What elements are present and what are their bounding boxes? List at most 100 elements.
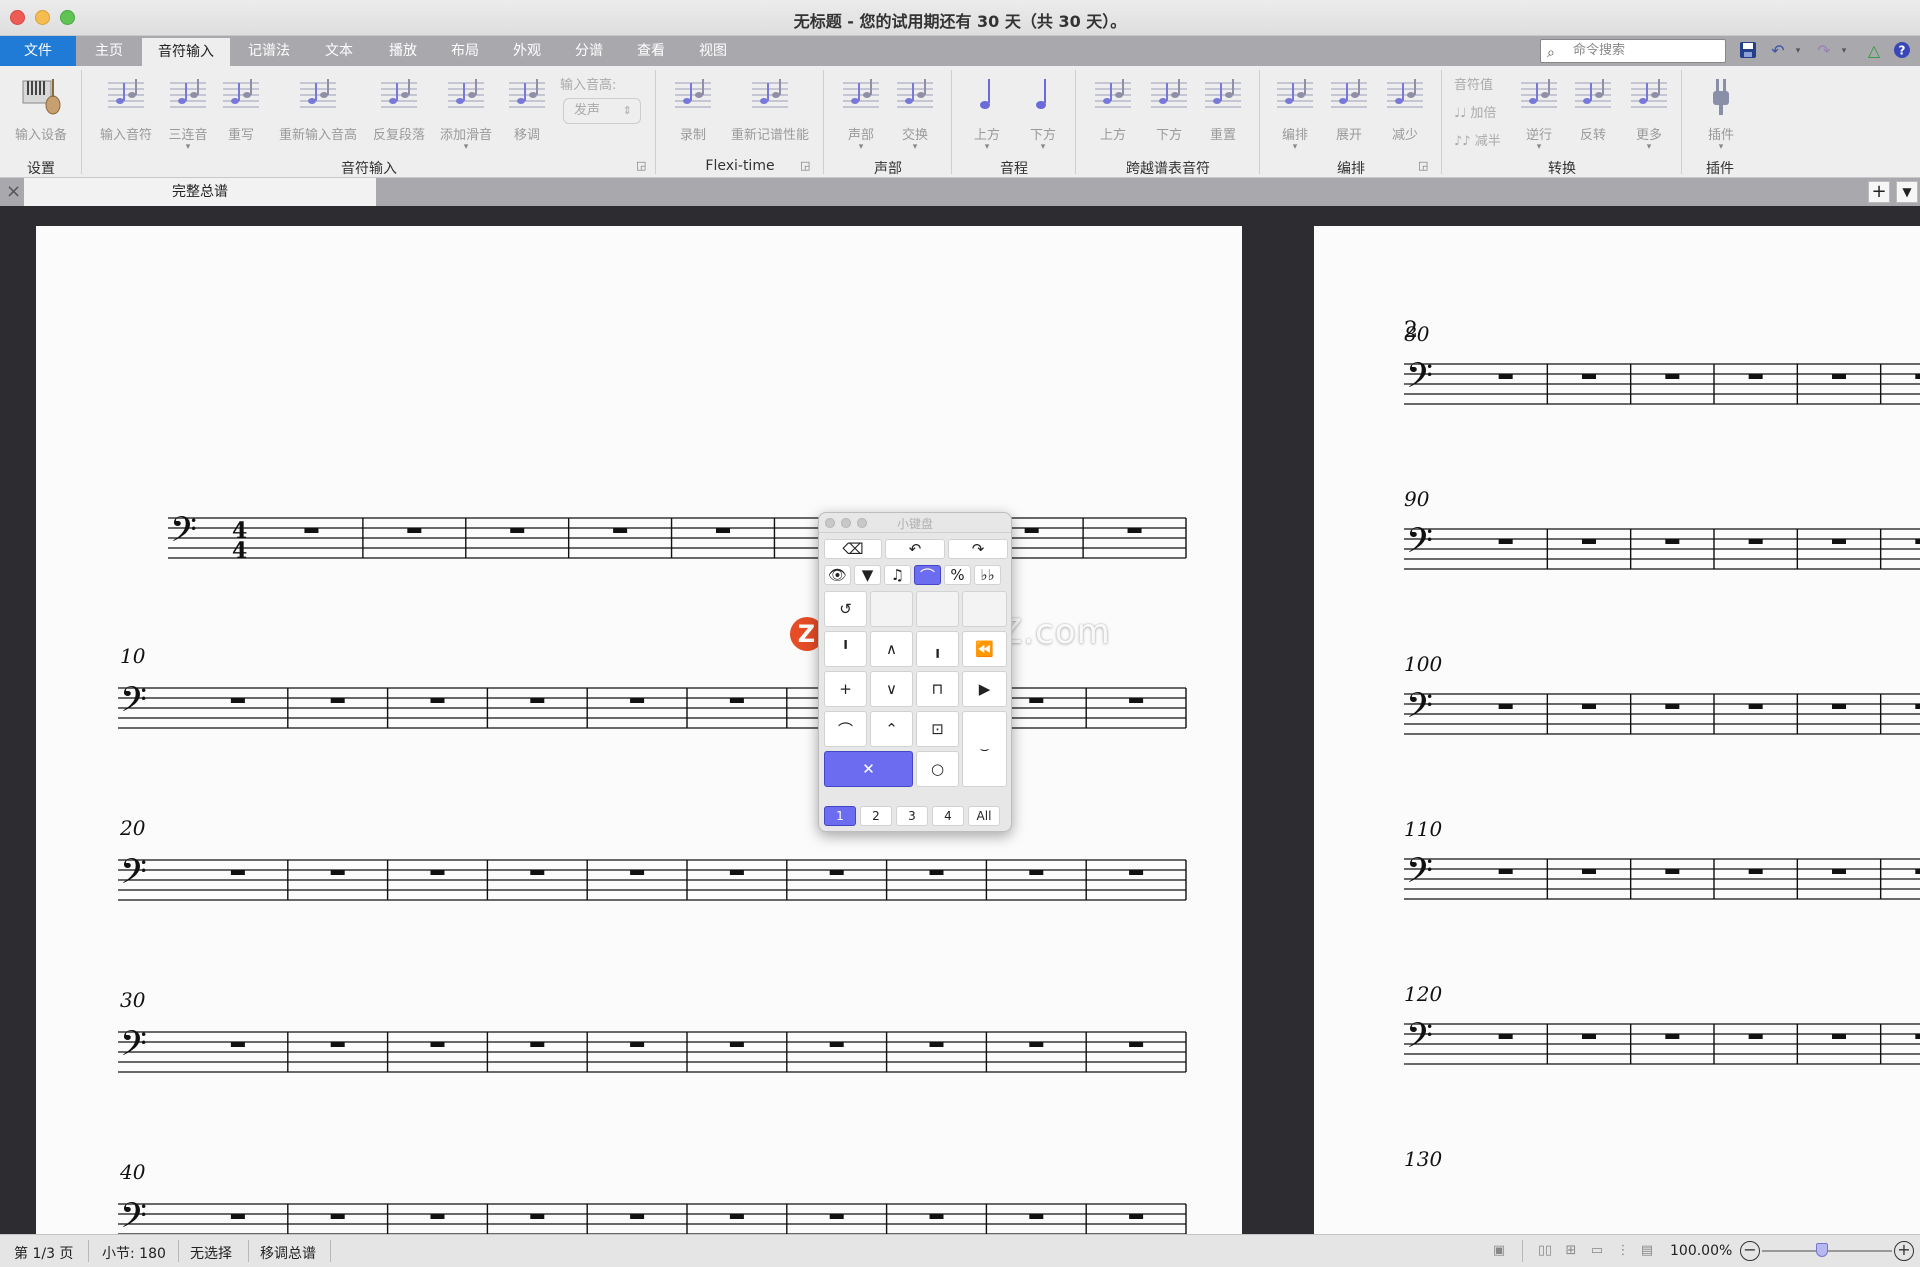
ribbon-button-10[interactable]: 声部 ▾ xyxy=(834,70,888,152)
tab-full-score[interactable]: 完整总谱 xyxy=(24,178,376,206)
keypad-no-articulation-icon[interactable]: ✕ xyxy=(824,751,913,787)
keypad-empty-key[interactable] xyxy=(916,591,959,627)
redo-icon[interactable]: ↷ xyxy=(1814,41,1834,61)
ribbon-tab-2[interactable]: 音符输入 xyxy=(142,38,230,66)
staff-system[interactable]: 𝄢 xyxy=(118,850,1196,914)
ribbon-button-17[interactable]: 编排 ▾ xyxy=(1268,70,1322,152)
keypad-wedge-icon[interactable]: ╻ xyxy=(916,631,959,667)
view-panorama-icon[interactable]: ⋮ xyxy=(1614,1242,1632,1260)
redo-history-chevron-icon[interactable]: ▾ xyxy=(1834,41,1854,61)
keypad-accidentals-icon[interactable]: ♭♭ xyxy=(974,565,1001,585)
keypad-staccatissimo-icon[interactable]: ╹ xyxy=(824,631,867,667)
keypad-down-bow-icon[interactable]: ⊓ xyxy=(916,671,959,707)
save-icon[interactable] xyxy=(1738,41,1758,61)
view-draft-icon[interactable]: ▤ xyxy=(1638,1242,1656,1260)
ribbon-button-22[interactable]: 更多 ▾ xyxy=(1622,70,1676,152)
ribbon-button-23[interactable]: 插件 ▾ xyxy=(1694,70,1748,152)
keypad-redo-button[interactable]: ↷ xyxy=(948,539,1008,559)
input-pitch-dropdown[interactable]: 发声 ⇕ xyxy=(563,98,641,124)
keypad-layout-tab-1[interactable]: 1 xyxy=(824,806,856,826)
arrange-launcher-icon[interactable]: ◲ xyxy=(1418,159,1428,172)
keypad-square-fermata-icon[interactable]: ⊡ xyxy=(916,711,959,747)
staff-system[interactable]: 𝄢 xyxy=(1404,519,1920,583)
ribbon-button-20[interactable]: 逆行 ▾ xyxy=(1512,70,1566,152)
add-tab-button[interactable]: + xyxy=(1868,181,1890,203)
ribbon-button-3[interactable]: 重写 xyxy=(216,70,266,143)
ribbon-button-15[interactable]: 下方 xyxy=(1142,70,1196,143)
keypad-marcato-icon[interactable]: ∧ xyxy=(870,631,913,667)
keypad-titlebar[interactable]: 小键盘 xyxy=(819,513,1011,533)
undo-history-chevron-icon[interactable]: ▾ xyxy=(1788,41,1808,61)
zoom-out-button[interactable]: − xyxy=(1740,1241,1760,1261)
keypad-tie-icon[interactable]: ⌣ xyxy=(962,711,1007,787)
staff-system[interactable]: 𝄢 xyxy=(1404,1014,1920,1078)
undo-icon[interactable]: ↶ xyxy=(1768,41,1788,61)
ribbon-tab-4[interactable]: 文本 xyxy=(308,36,370,66)
keypad-layout-tab-4[interactable]: 4 xyxy=(932,806,964,826)
ribbon-tab-8[interactable]: 分谱 xyxy=(558,36,620,66)
keypad-play-icon[interactable]: ▶ xyxy=(962,671,1007,707)
keypad-plus-icon[interactable]: + xyxy=(824,671,867,707)
keypad-reset-icon[interactable]: ↺ xyxy=(824,591,867,627)
keypad-layout-tab-2[interactable]: 2 xyxy=(860,806,892,826)
keypad-long-fermata-icon[interactable]: ⌃ xyxy=(870,711,913,747)
ribbon-button-13[interactable]: 下方 ▾ xyxy=(1016,70,1070,152)
ribbon-small-item-1[interactable]: 音符值 xyxy=(1454,74,1493,93)
ribbon-button-14[interactable]: 上方 xyxy=(1086,70,1140,143)
page-indicator[interactable]: 第 1/3 页 xyxy=(14,1243,73,1263)
help-icon[interactable]: ? xyxy=(1892,41,1912,61)
transposition-status[interactable]: 移调总谱 xyxy=(260,1243,316,1263)
ribbon-button-5[interactable]: 反复段落 xyxy=(366,70,432,143)
keypad-more-notes-icon[interactable]: ♫ xyxy=(884,565,911,585)
ribbon-button-6[interactable]: 添加滑音 ▾ xyxy=(432,70,500,152)
staff-system[interactable]: 𝄢 xyxy=(118,1194,1196,1234)
ribbon-tab-5[interactable]: 播放 xyxy=(372,36,434,66)
keypad-undo-button[interactable]: ↶ xyxy=(885,539,945,559)
keypad-empty-key[interactable] xyxy=(870,591,913,627)
view-spreads-vertical-icon[interactable]: ⊞ xyxy=(1562,1242,1580,1260)
keypad-rewind-icon[interactable]: ⏪ xyxy=(962,631,1007,667)
keypad-fermata-icon[interactable]: ⌒ xyxy=(824,711,867,747)
ribbon-tab-0[interactable]: 文件 xyxy=(0,36,76,66)
lock-view-icon[interactable]: ▣ xyxy=(1490,1242,1508,1260)
zoom-slider-handle[interactable] xyxy=(1816,1243,1828,1257)
tab-list-menu-icon[interactable]: ▼ xyxy=(1896,181,1918,203)
ribbon-button-12[interactable]: 上方 ▾ xyxy=(960,70,1014,152)
zoom-level[interactable]: 100.00% xyxy=(1670,1243,1732,1259)
score-page-2[interactable]: 2 80 𝄢 90 𝄢 100 𝄢 110 𝄢 120 𝄢 130 xyxy=(1314,226,1920,1234)
ribbon-button-21[interactable]: 反转 xyxy=(1566,70,1620,143)
keypad-delete-button[interactable]: ⌫ xyxy=(824,539,882,559)
bar-count[interactable]: 小节: 180 xyxy=(102,1243,166,1263)
keypad-eye-icon[interactable]: 👁 xyxy=(824,565,851,585)
keypad-layout-tab-All[interactable]: All xyxy=(968,806,1000,826)
ribbon-button-2[interactable]: 三连音 ▾ xyxy=(160,70,216,152)
keypad-layout-tab-3[interactable]: 3 xyxy=(896,806,928,826)
staff-system[interactable]: 𝄢 xyxy=(118,1022,1196,1086)
ribbon-button-16[interactable]: 重置 xyxy=(1196,70,1250,143)
ribbon-button-7[interactable]: 移调 xyxy=(502,70,552,143)
ribbon-button-11[interactable]: 交换 ▾ xyxy=(888,70,942,152)
ribbon-button-9[interactable]: 重新记谱性能 xyxy=(722,70,818,143)
score-page-1[interactable]: 𝄢 4 4 𝄢 10 𝄢 20 𝄢 30 𝄢 40 xyxy=(36,226,1242,1234)
ribbon-tab-10[interactable]: 视图 xyxy=(682,36,744,66)
ribbon-tab-9[interactable]: 查看 xyxy=(620,36,682,66)
ribbon-tab-7[interactable]: 外观 xyxy=(496,36,558,66)
keypad-panel[interactable]: 小键盘 ⌫ ↶ ↷ 👁 ▼ ♫ ⌒% ♭♭ ↺ ╹ ∧ ╻ ⏪ + ∨ ⊓ ▶ ⌒ ⌃ ⊡ ⌣ ✕ ○ 1 2 3 4 All xyxy=(818,512,1012,832)
ribbon-button-4[interactable]: 重新输入音高 xyxy=(270,70,366,143)
command-search-input[interactable]: ⌕ 命令搜索 xyxy=(1540,39,1726,63)
view-spreads-horizontal-icon[interactable]: ▯▯ xyxy=(1536,1242,1554,1260)
ribbon-small-item-2[interactable]: ♩♩ 加倍 xyxy=(1454,102,1496,121)
minimize-ribbon-icon[interactable]: △ xyxy=(1864,41,1884,61)
ribbon-button-1[interactable]: 输入音符 xyxy=(92,70,160,143)
ribbon-button-19[interactable]: 减少 xyxy=(1378,70,1432,143)
zoom-in-button[interactable]: + xyxy=(1894,1241,1914,1261)
keypad-empty-key[interactable] xyxy=(962,591,1007,627)
keypad-articulations-icon[interactable]: ⌒ xyxy=(914,565,941,585)
view-single-pages-icon[interactable]: ▭ xyxy=(1588,1242,1606,1260)
keypad-harmonic-icon[interactable]: ○ xyxy=(916,751,959,787)
staff-system[interactable]: 𝄢 xyxy=(1404,354,1920,418)
flexitime-launcher-icon[interactable]: ◲ xyxy=(800,159,810,172)
close-tab-icon[interactable]: × xyxy=(6,182,21,202)
keypad-tremolo-icon[interactable]: % xyxy=(944,565,971,585)
staff-system[interactable]: 𝄢 xyxy=(1404,684,1920,748)
